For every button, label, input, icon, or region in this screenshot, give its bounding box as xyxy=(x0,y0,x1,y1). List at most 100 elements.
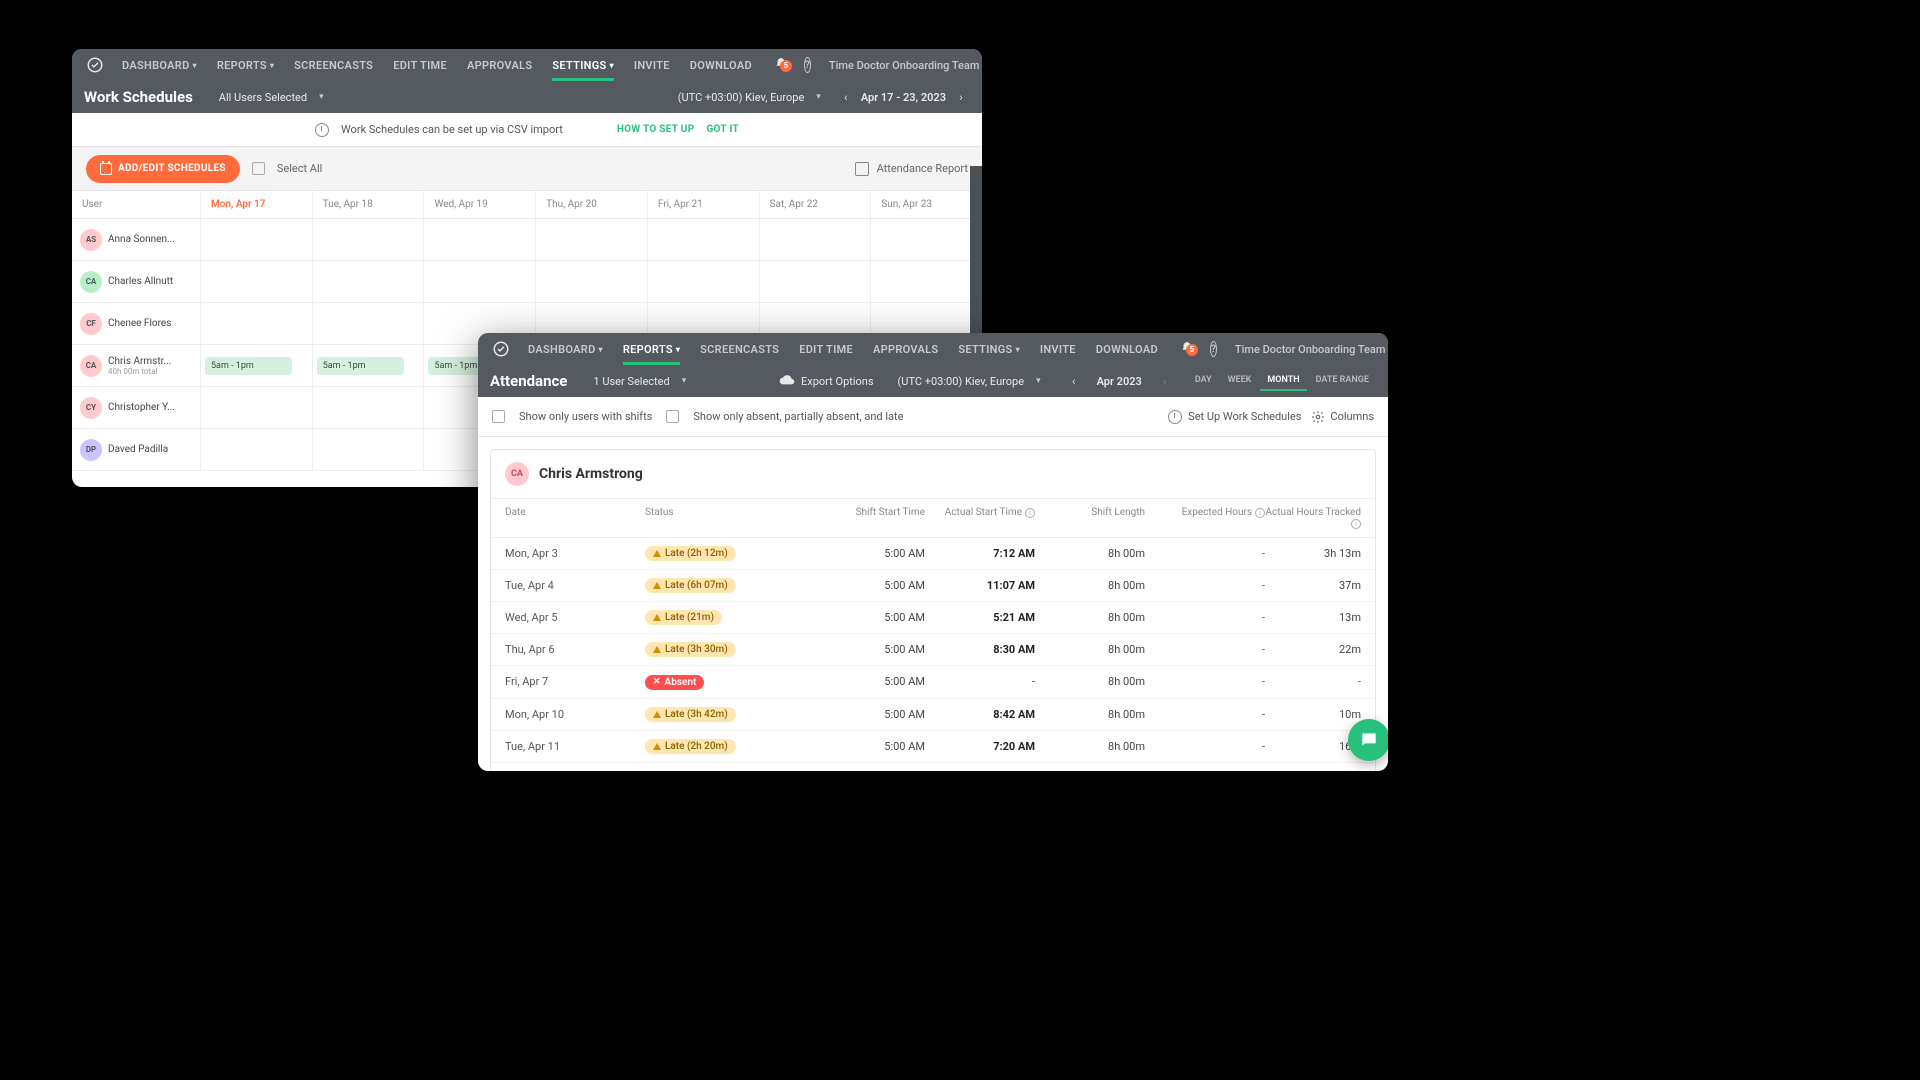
nav-edit-time[interactable]: EDIT TIME xyxy=(791,333,861,365)
nav-invite[interactable]: INVITE xyxy=(1032,333,1084,365)
nav-screencasts[interactable]: SCREENCASTS xyxy=(692,333,787,365)
notifications-button[interactable]: 5 xyxy=(1174,341,1200,358)
next-week-button[interactable]: › xyxy=(952,88,970,106)
schedule-cell[interactable] xyxy=(870,219,982,260)
user-avatar: AS xyxy=(80,229,102,251)
schedule-cell[interactable] xyxy=(535,219,647,260)
nav-invite[interactable]: INVITE xyxy=(626,49,678,81)
schedule-cell[interactable] xyxy=(759,219,871,260)
filter-shifts-checkbox[interactable] xyxy=(492,410,505,423)
cell-actual-hours: 37m xyxy=(1265,579,1361,592)
top-nav: DASHBOARD▾ REPORTS▾ SCREENCASTS EDIT TIM… xyxy=(478,333,1388,365)
top-nav: DASHBOARD▾ REPORTS▾ SCREENCASTS EDIT TIM… xyxy=(72,49,982,81)
nav-reports[interactable]: REPORTS▾ xyxy=(209,49,282,81)
chat-fab[interactable] xyxy=(1348,719,1388,761)
shift-block[interactable]: 5am - 1pm xyxy=(205,357,292,375)
shift-block[interactable]: 5am - 1pm xyxy=(317,357,404,375)
schedule-cell[interactable] xyxy=(647,261,759,302)
nav-dashboard[interactable]: DASHBOARD▾ xyxy=(114,49,205,81)
schedule-cell[interactable] xyxy=(759,261,871,302)
help-icon[interactable]: ? xyxy=(1210,341,1217,357)
attendance-report-link[interactable]: Attendance Report xyxy=(855,162,968,176)
nav-approvals[interactable]: APPROVALS xyxy=(459,49,540,81)
team-name[interactable]: Time Doctor Onboarding Team xyxy=(821,59,982,72)
nav-screencasts[interactable]: SCREENCASTS xyxy=(286,49,381,81)
nav-edit-time[interactable]: EDIT TIME xyxy=(385,49,455,81)
date-range[interactable]: Apr 17 - 23, 2023 xyxy=(861,91,946,104)
view-month[interactable]: MONTH xyxy=(1260,371,1306,391)
info-icon[interactable]: i xyxy=(1351,519,1361,529)
schedule-cell[interactable] xyxy=(312,261,424,302)
got-it-button[interactable]: GOT IT xyxy=(706,124,739,135)
user-filter-dropdown[interactable]: All Users Selected▾ xyxy=(209,91,334,104)
nav-settings[interactable]: SETTINGS▾ xyxy=(950,333,1028,365)
nav-dashboard[interactable]: DASHBOARD▾ xyxy=(520,333,611,365)
schedule-cell[interactable] xyxy=(312,429,424,470)
cell-status: Late (6h 07m) xyxy=(645,578,805,593)
schedule-cell[interactable] xyxy=(200,429,312,470)
warning-icon xyxy=(653,614,661,621)
cell-shift-length: 8h 00m xyxy=(1035,675,1145,688)
schedule-cell[interactable] xyxy=(200,261,312,302)
cell-expected: - xyxy=(1145,675,1265,688)
user-avatar: CY xyxy=(80,397,102,419)
filter-absent-checkbox[interactable] xyxy=(666,410,679,423)
timezone-dropdown[interactable]: (UTC +03:00) Kiev, Europe▾ xyxy=(888,375,1051,388)
status-badge: Late (2h 20m) xyxy=(645,739,736,754)
view-day[interactable]: DAY xyxy=(1188,371,1219,391)
info-icon[interactable]: i xyxy=(1025,508,1035,518)
schedule-cell[interactable] xyxy=(312,303,424,344)
next-month-button[interactable]: › xyxy=(1156,372,1174,390)
add-edit-schedules-button[interactable]: ADD/EDIT SCHEDULES xyxy=(86,155,240,183)
schedule-cell[interactable] xyxy=(200,303,312,344)
schedule-cell[interactable] xyxy=(312,387,424,428)
notifications-button[interactable]: 5 xyxy=(768,57,794,74)
schedule-row[interactable]: AS Anna Sonnen... xyxy=(72,219,982,261)
cell-shift-start: 5:00 AM xyxy=(805,643,925,656)
select-all-checkbox[interactable] xyxy=(252,162,265,175)
user-filter-dropdown[interactable]: 1 User Selected▾ xyxy=(583,375,696,388)
info-icon[interactable]: i xyxy=(1255,508,1265,518)
schedule-cell[interactable]: 5am - 1pm xyxy=(200,345,312,386)
chevron-down-icon: ▾ xyxy=(193,61,197,70)
setup-schedules-link[interactable]: Set Up Work Schedules xyxy=(1168,410,1301,424)
nav-download[interactable]: DOWNLOAD xyxy=(682,49,760,81)
schedule-cell[interactable] xyxy=(535,261,647,302)
schedule-cell[interactable]: 5am - 1pm xyxy=(312,345,424,386)
nav-settings[interactable]: SETTINGS▾ xyxy=(544,49,622,81)
schedule-cell[interactable] xyxy=(423,261,535,302)
cloud-icon xyxy=(779,375,795,387)
info-banner: Work Schedules can be set up via CSV imp… xyxy=(72,113,982,147)
prev-month-button[interactable]: ‹ xyxy=(1065,372,1083,390)
cell-status: Late (2h 12m) xyxy=(645,546,805,561)
cell-expected: - xyxy=(1145,547,1265,560)
help-icon[interactable]: ? xyxy=(804,57,811,73)
how-to-setup-link[interactable]: HOW TO SET UP xyxy=(617,124,695,135)
schedule-cell[interactable] xyxy=(647,219,759,260)
chevron-down-icon: ▾ xyxy=(270,61,274,70)
schedule-grid-header: User Mon, Apr 17 Tue, Apr 18 Wed, Apr 19… xyxy=(72,191,982,219)
timezone-dropdown[interactable]: (UTC +03:00) Kiev, Europe▾ xyxy=(668,91,831,104)
view-date-range[interactable]: DATE RANGE xyxy=(1309,371,1376,391)
nav-download[interactable]: DOWNLOAD xyxy=(1088,333,1166,365)
team-name[interactable]: Time Doctor Onboarding Team xyxy=(1227,343,1388,356)
columns-button[interactable]: Columns xyxy=(1311,410,1374,424)
info-text: Work Schedules can be set up via CSV imp… xyxy=(341,123,563,136)
schedule-cell[interactable] xyxy=(200,387,312,428)
schedule-cell[interactable] xyxy=(870,261,982,302)
current-month[interactable]: Apr 2023 xyxy=(1097,375,1142,388)
schedule-cell[interactable] xyxy=(312,219,424,260)
schedule-row[interactable]: CACharles Allnutt xyxy=(72,261,982,303)
cell-actual-start: - xyxy=(925,675,1035,688)
nav-reports[interactable]: REPORTS▾ xyxy=(615,333,688,365)
prev-week-button[interactable]: ‹ xyxy=(837,88,855,106)
schedule-cell[interactable] xyxy=(200,219,312,260)
schedule-cell[interactable] xyxy=(423,219,535,260)
user-name-label: Anna Sonnen... xyxy=(108,234,175,245)
nav-approvals[interactable]: APPROVALS xyxy=(865,333,946,365)
view-week[interactable]: WEEK xyxy=(1221,371,1259,391)
export-options-button[interactable]: Export Options xyxy=(779,375,874,388)
attendance-window: DASHBOARD▾ REPORTS▾ SCREENCASTS EDIT TIM… xyxy=(478,333,1388,771)
status-badge: Late (3h 30m) xyxy=(645,642,736,657)
table-row: Mon, Apr 10Late (3h 42m)5:00 AM8:42 AM8h… xyxy=(491,699,1375,731)
